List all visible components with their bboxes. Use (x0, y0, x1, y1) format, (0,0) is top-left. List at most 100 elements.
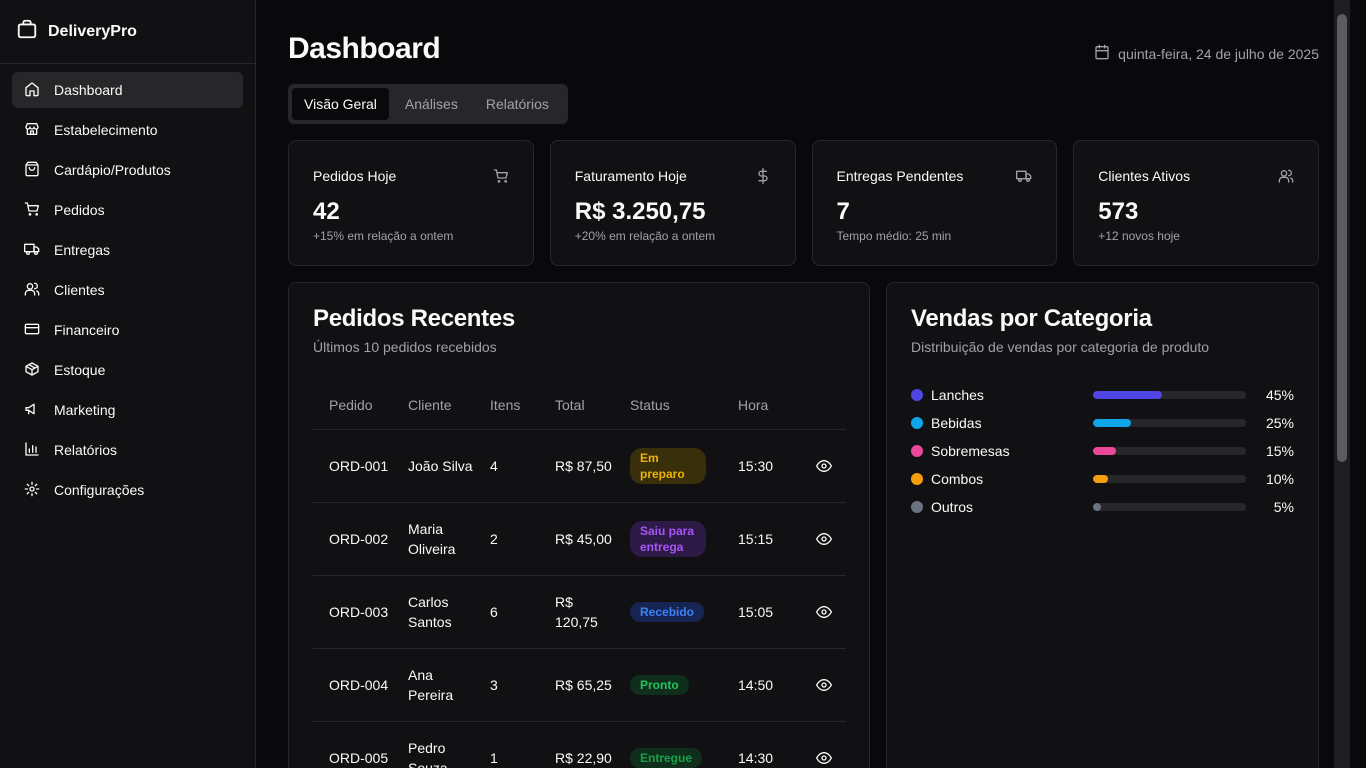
order-client: João Silva (392, 429, 474, 503)
order-actions (798, 502, 846, 576)
category-row: Outros 5% (911, 493, 1294, 521)
category-row: Sobremesas 15% (911, 437, 1294, 465)
category-percent: 25% (1265, 415, 1294, 431)
cart-icon (24, 201, 40, 220)
sidebar-item-estoque[interactable]: Estoque (12, 352, 243, 388)
stat-card-faturamento: Faturamento Hoje R$ 3.250,75 +20% em rel… (549, 140, 796, 266)
sidebar-item-marketing[interactable]: Marketing (12, 392, 243, 428)
eye-icon[interactable] (814, 529, 834, 549)
stat-card-pedidos: Pedidos Hoje 42 +15% em relação a ontem (288, 140, 534, 266)
sidebar-item-configuracoes[interactable]: Configurações (12, 472, 243, 508)
tab-analises[interactable]: Análises (393, 88, 470, 120)
date-text: quinta-feira, 24 de julho de 2025 (1118, 45, 1319, 62)
table-row[interactable]: ORD-001 João Silva 4 R$ 87,50 Em preparo… (313, 429, 846, 503)
category-bar (1093, 503, 1246, 511)
tab-list: Visão Geral Análises Relatórios (288, 84, 568, 124)
sidebar-item-dashboard[interactable]: Dashboard (12, 72, 243, 108)
eye-icon[interactable] (814, 602, 834, 622)
order-actions (798, 721, 846, 768)
order-total: R$ 45,00 (539, 502, 614, 576)
order-status-cell: Entregue (614, 721, 722, 768)
order-client: Maria Oliveira (392, 502, 474, 576)
order-status-cell: Saiu para entrega (614, 502, 722, 576)
eye-icon[interactable] (814, 748, 834, 768)
order-client: Ana Pereira (392, 648, 474, 722)
sidebar-item-label: Configurações (54, 482, 145, 498)
card-title: Pedidos Recentes (313, 305, 515, 332)
category-bar (1093, 391, 1246, 399)
order-client: Carlos Santos (392, 575, 474, 649)
sidebar-item-label: Entregas (54, 242, 111, 258)
orders-table: Pedido Cliente Itens Total Status Hora O… (313, 381, 846, 768)
category-row: Lanches 45% (911, 381, 1294, 409)
order-total: R$ 120,75 (539, 575, 614, 649)
category-name: Lanches (931, 387, 984, 403)
gear-icon (24, 481, 40, 500)
order-time: 15:05 (722, 575, 798, 649)
brand[interactable]: DeliveryPro (0, 0, 255, 64)
category-bar-fill (1093, 475, 1109, 483)
table-row[interactable]: ORD-002 Maria Oliveira 2 R$ 45,00 Saiu p… (313, 502, 846, 576)
stat-card-clientes: Clientes Ativos 573 +12 novos hoje (1073, 140, 1319, 266)
sidebar-item-cardapio[interactable]: Cardápio/Produtos (12, 152, 243, 188)
sidebar-item-financeiro[interactable]: Financeiro (12, 312, 243, 348)
order-id: ORD-004 (313, 648, 392, 722)
category-bar (1093, 447, 1246, 455)
column-header: Total (539, 381, 614, 430)
brand-name: DeliveryPro (48, 22, 137, 40)
order-items: 1 (474, 721, 539, 768)
category-name: Outros (931, 499, 974, 515)
page-title: Dashboard (288, 32, 441, 65)
category-row: Bebidas 25% (911, 409, 1294, 437)
sidebar-item-clientes[interactable]: Clientes (12, 272, 243, 308)
order-status-cell: Pronto (614, 648, 722, 722)
sidebar-item-label: Cardápio/Produtos (54, 162, 171, 178)
scrollbar-thumb[interactable] (1337, 14, 1347, 462)
sidebar-item-entregas[interactable]: Entregas (12, 232, 243, 268)
column-header: Status (614, 381, 722, 430)
stat-value: 573 (1098, 198, 1139, 225)
eye-icon[interactable] (814, 456, 834, 476)
sidebar-item-estabelecimento[interactable]: Estabelecimento (12, 112, 243, 148)
category-percent: 15% (1265, 443, 1294, 459)
credit-card-icon (24, 321, 40, 340)
sidebar-item-relatorios[interactable]: Relatórios (12, 432, 243, 468)
column-header: Itens (474, 381, 539, 430)
order-items: 4 (474, 429, 539, 503)
sidebar-item-label: Dashboard (54, 82, 123, 98)
stat-value: R$ 3.250,75 (574, 198, 706, 225)
tab-relatorios[interactable]: Relatórios (474, 88, 561, 120)
category-bar-fill (1093, 391, 1162, 399)
order-items: 6 (474, 575, 539, 649)
bar-chart-icon (24, 441, 40, 460)
column-header: Hora (722, 381, 798, 430)
eye-icon[interactable] (814, 675, 834, 695)
card-description: Últimos 10 pedidos recebidos (313, 339, 497, 355)
stat-subtext: Tempo médio: 25 min (836, 229, 952, 243)
store-icon (24, 121, 40, 140)
category-percent: 10% (1265, 471, 1294, 487)
stat-title: Faturamento Hoje (574, 168, 687, 184)
category-bar (1093, 419, 1246, 427)
table-row[interactable]: ORD-003 Carlos Santos 6 R$ 120,75 Recebi… (313, 575, 846, 649)
sidebar-nav: Dashboard Estabelecimento Cardápio/Produ… (0, 64, 255, 508)
sidebar-item-label: Relatórios (54, 442, 118, 458)
table-row[interactable]: ORD-004 Ana Pereira 3 R$ 65,25 Pronto 14… (313, 648, 846, 722)
order-total: R$ 87,50 (539, 429, 614, 503)
table-row[interactable]: ORD-005 Pedro Souza 1 R$ 22,90 Entregue … (313, 721, 846, 768)
order-time: 14:50 (722, 648, 798, 722)
order-items: 2 (474, 502, 539, 576)
stat-title: Pedidos Hoje (313, 168, 397, 184)
category-name: Bebidas (931, 415, 982, 431)
category-bar (1093, 475, 1246, 483)
sidebar-item-label: Estabelecimento (54, 122, 158, 138)
sidebar-item-pedidos[interactable]: Pedidos (12, 192, 243, 228)
scrollbar[interactable] (1334, 0, 1350, 768)
tab-visao-geral[interactable]: Visão Geral (292, 88, 389, 120)
category-dot (911, 445, 923, 457)
date-display: quinta-feira, 24 de julho de 2025 (1094, 44, 1319, 63)
category-dot (911, 473, 923, 485)
order-time: 15:15 (722, 502, 798, 576)
calendar-icon (1094, 44, 1110, 63)
status-badge: Entregue (630, 748, 703, 768)
